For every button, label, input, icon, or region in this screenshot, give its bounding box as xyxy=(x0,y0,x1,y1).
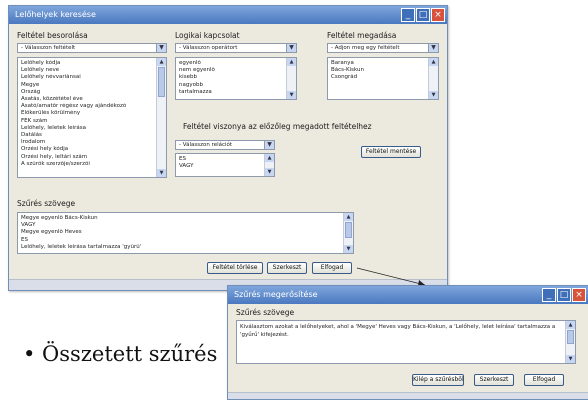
scroll-down-icon[interactable]: ▼ xyxy=(566,355,575,363)
confirm-filter-label: Szűrés szövege xyxy=(236,308,295,317)
minimize-icon[interactable]: _ xyxy=(542,288,556,302)
close-icon[interactable]: × xyxy=(572,288,586,302)
confirm-window-titlebar[interactable]: Szűrés megerősítése _ □ × xyxy=(228,286,588,304)
confirm-filter-text-box[interactable]: Kiválasztom azokat a lelőhelyeket, ahol … xyxy=(236,320,576,364)
confirm-window: Szűrés megerősítése _ □ × Szűrés szövege… xyxy=(227,285,588,400)
exit-filter-button[interactable]: Kilép a szűrésből xyxy=(412,374,464,386)
confirm-edit-button[interactable]: Szerkeszt xyxy=(474,374,514,386)
connector-line xyxy=(356,267,426,286)
confirm-accept-button[interactable]: Elfogad xyxy=(524,374,564,386)
scroll-up-icon[interactable]: ▲ xyxy=(566,321,575,329)
confirm-scrollbar[interactable]: ▲ ▼ xyxy=(565,321,575,363)
confirm-status-bar xyxy=(228,392,588,399)
bullet-caption: • Összetett szűrés xyxy=(23,342,218,366)
confirm-window-title: Szűrés megerősítése xyxy=(234,290,318,299)
scroll-thumb[interactable] xyxy=(567,330,574,344)
maximize-icon[interactable]: □ xyxy=(557,288,571,302)
confirm-filter-text: Kiválasztom azokat a lelőhelyeket, ahol … xyxy=(240,324,556,338)
